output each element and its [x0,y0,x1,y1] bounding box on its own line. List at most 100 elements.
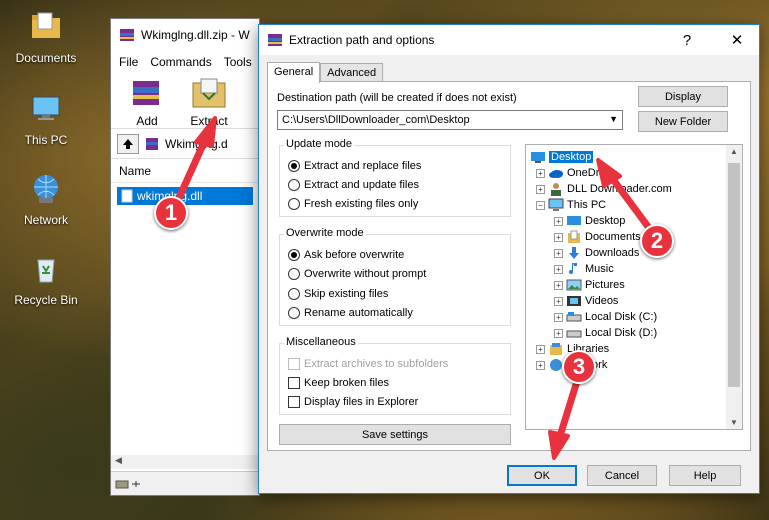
tree-item-music[interactable]: + Music [554,261,614,277]
radio-extract-update[interactable]: Extract and update files [288,179,419,191]
recycle-bin-icon [37,259,55,283]
expand-icon[interactable]: + [536,344,545,354]
tree-label: Downloads [585,247,640,259]
help-button[interactable]: Help [669,465,741,486]
scroll-left-icon: ◀ [115,455,122,465]
user-icon [551,183,561,196]
tree-vertical-scrollbar[interactable]: ▲ ▼ [726,145,742,429]
dialog-title: Extraction path and options [289,33,435,47]
tree-item-videos[interactable]: + Videos [554,293,618,309]
tree-label: Pictures [585,279,625,291]
libraries-icon [550,343,562,355]
expand-icon[interactable]: + [554,296,563,306]
radio-button[interactable] [288,268,300,280]
expand-icon[interactable]: + [554,264,563,274]
horizontal-scrollbar[interactable]: ◀ [111,455,259,469]
expand-icon[interactable]: + [536,360,545,370]
scroll-down-icon[interactable]: ▼ [730,418,738,427]
expand-icon[interactable]: + [554,312,563,322]
list-item[interactable]: wkimglng.dll [117,187,253,205]
checkbox[interactable] [288,377,300,389]
tree-item-local-disk-d[interactable]: + Local Disk (D:) [554,325,657,341]
scroll-thumb[interactable] [728,163,740,387]
tree-item-pictures[interactable]: + Pictures [554,277,625,293]
checkbox[interactable] [288,396,300,408]
radio-ask-before[interactable]: Ask before overwrite [288,249,404,261]
update-mode-group: Update mode Extract and replace files Ex… [279,138,511,217]
network-icon [34,175,58,203]
winrar-toolbar: Add Extract To [111,73,259,142]
save-settings-button[interactable]: Save settings [279,424,511,445]
radio-button[interactable] [288,288,300,300]
tree-item-downloads[interactable]: + Downloads [554,245,639,261]
option-label: Fresh existing files only [304,198,419,210]
radio-button[interactable] [288,307,300,319]
music-icon [569,263,577,274]
radio-button[interactable] [288,249,300,261]
cancel-button[interactable]: Cancel [587,465,657,486]
expand-icon[interactable]: + [536,168,545,178]
extraction-dialog: Extraction path and options ? ✕ General … [258,24,760,494]
desktop-icon-recycle-bin[interactable]: Recycle Bin [8,252,84,307]
ok-button[interactable]: OK [507,465,577,486]
add-button[interactable]: Add [121,77,173,128]
radio-rename-auto[interactable]: Rename automatically [288,307,413,319]
column-header-name[interactable]: Name [111,159,259,183]
option-label: Overwrite without prompt [304,268,427,280]
new-folder-button[interactable]: New Folder [638,111,728,132]
option-label: Ask before overwrite [304,249,405,261]
tab-general[interactable]: General [267,62,321,83]
menu-file[interactable]: File [119,55,138,69]
documents-icon [568,230,580,243]
radio-extract-replace[interactable]: Extract and replace files [288,160,421,172]
radio-fresh-existing[interactable]: Fresh existing files only [288,198,418,210]
menu-commands[interactable]: Commands [150,55,211,69]
radio-overwrite-without[interactable]: Overwrite without prompt [288,268,426,280]
expand-icon[interactable]: + [536,184,545,194]
expand-icon[interactable]: + [554,280,563,290]
close-button[interactable]: ✕ [715,25,759,55]
chevron-down-icon[interactable]: ▼ [609,114,618,124]
desktop-icon-this-pc[interactable]: This PC [8,92,84,147]
help-title-button[interactable]: ? [665,25,709,55]
destination-label: Destination path (will be created if doe… [277,92,517,104]
expand-icon[interactable]: + [554,328,563,338]
tree-item-user[interactable]: + DLL Downloader.com [536,181,672,197]
radio-skip-existing[interactable]: Skip existing files [288,288,388,300]
radio-button[interactable] [288,179,300,191]
extract-to-button[interactable]: Extract To [183,77,235,142]
tree-item-this-pc[interactable]: − This PC [536,197,606,213]
expand-icon[interactable]: + [554,216,563,226]
tree-item-local-disk-c[interactable]: + Local Disk (C:) [554,309,657,325]
expand-icon[interactable]: + [554,248,563,258]
destination-path-value: C:\Users\DllDownloader_com\Desktop [282,114,470,126]
desktop-icon-label: Network [23,213,68,227]
tree-item-onedrive[interactable]: + OneDrive [536,165,613,181]
tree-item-pc-desktop[interactable]: + Desktop [554,213,625,229]
tree-item-desktop[interactable]: Desktop [530,149,594,165]
desktop-icon-network[interactable]: Network [8,172,84,227]
expand-icon[interactable]: + [554,232,563,242]
archive-icon [146,137,158,150]
up-folder-button[interactable] [117,133,139,154]
collapse-icon[interactable]: − [536,200,545,210]
overwrite-mode-group: Overwrite mode Ask before overwrite Over… [279,227,511,326]
scroll-up-icon[interactable]: ▲ [730,147,738,156]
folder-tree[interactable]: Desktop + OneDrive + DLL Downloader.com … [525,144,743,430]
option-label: Extract archives to subfolders [304,358,449,370]
check-extract-subfolders: Extract archives to subfolders [288,358,448,370]
destination-path-input[interactable]: C:\Users\DllDownloader_com\Desktop ▼ [277,110,623,130]
tab-advanced[interactable]: Advanced [320,63,384,82]
option-label: Skip existing files [304,288,389,300]
radio-button[interactable] [288,160,300,172]
check-keep-broken[interactable]: Keep broken files [288,377,389,389]
tree-item-documents[interactable]: + Documents [554,229,641,245]
misc-group: Miscellaneous Extract archives to subfol… [279,336,511,415]
display-button[interactable]: Display [638,86,728,107]
winrar-menu-bar: File Commands Tools [111,51,259,73]
check-display-explorer[interactable]: Display files in Explorer [288,396,418,408]
checkbox [288,358,300,370]
radio-button[interactable] [288,198,300,210]
menu-tools[interactable]: Tools [224,55,252,69]
desktop-icon-documents[interactable]: Documents [8,10,84,65]
